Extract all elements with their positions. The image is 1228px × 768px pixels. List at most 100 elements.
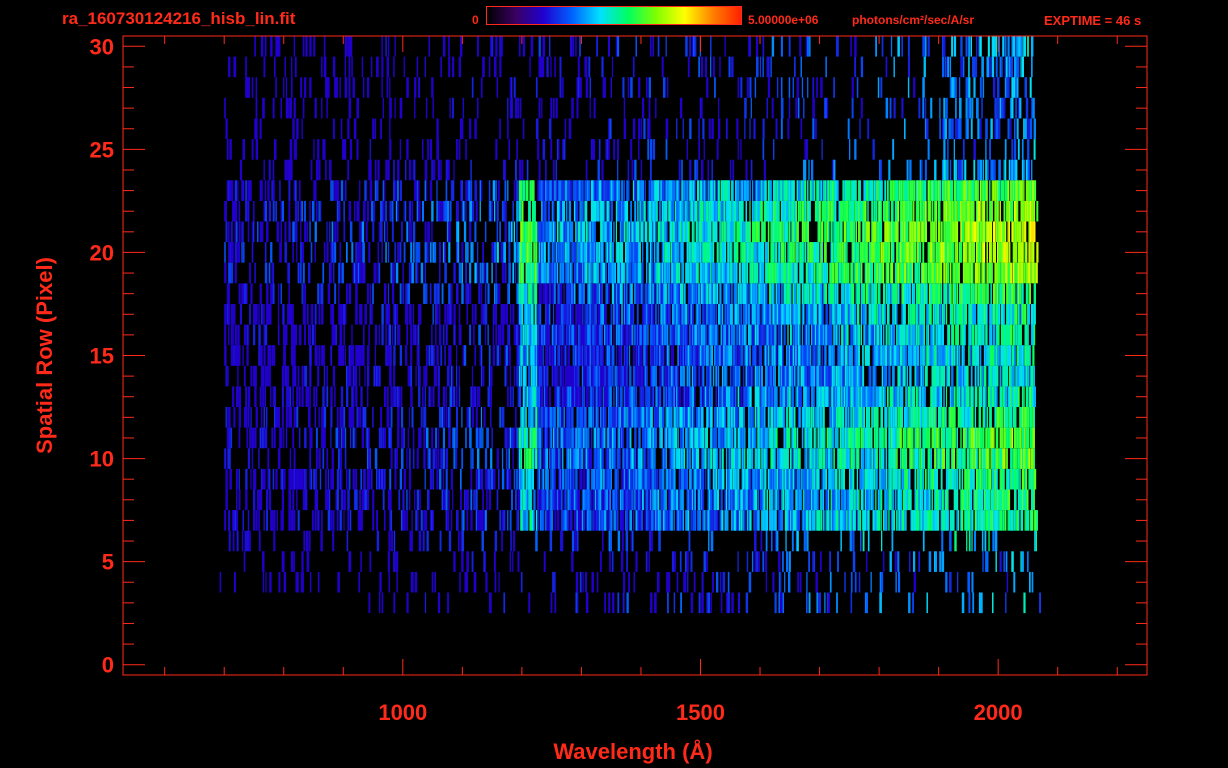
heatmap-cell bbox=[539, 283, 542, 304]
heatmap-cell bbox=[600, 489, 602, 511]
heatmap-cell bbox=[876, 468, 878, 490]
heatmap-cell bbox=[398, 386, 401, 407]
heatmap-cell bbox=[408, 262, 411, 284]
heatmap-cell bbox=[283, 468, 286, 490]
heatmap-cell bbox=[687, 448, 690, 469]
heatmap-cell bbox=[513, 530, 516, 552]
heatmap-cell bbox=[243, 283, 247, 304]
heatmap-cell bbox=[224, 448, 226, 469]
heatmap-cell bbox=[694, 510, 697, 531]
heatmap-cell bbox=[1020, 551, 1022, 572]
heatmap-cell bbox=[329, 489, 331, 511]
heatmap-cell bbox=[1021, 468, 1025, 490]
heatmap-cell bbox=[622, 489, 624, 511]
heatmap-cell bbox=[926, 407, 928, 428]
heatmap-cell bbox=[829, 510, 831, 531]
heatmap-cell bbox=[748, 427, 751, 449]
heatmap-cell bbox=[863, 283, 866, 304]
heatmap-cell bbox=[852, 324, 855, 346]
heatmap-cell bbox=[306, 530, 309, 552]
heatmap-cell bbox=[553, 324, 555, 346]
heatmap-cell bbox=[582, 571, 584, 593]
heatmap-cell bbox=[805, 448, 808, 469]
heatmap-cell bbox=[831, 489, 835, 511]
heatmap-cell bbox=[473, 571, 477, 593]
heatmap-cell bbox=[904, 510, 906, 531]
heatmap-cell bbox=[344, 448, 347, 469]
heatmap-cell bbox=[896, 304, 898, 325]
heatmap-cell bbox=[682, 365, 684, 387]
heatmap-cell bbox=[271, 427, 274, 449]
heatmap-cell bbox=[918, 386, 920, 407]
heatmap-cell bbox=[664, 427, 666, 449]
heatmap-cell bbox=[845, 304, 847, 325]
heatmap-cell bbox=[524, 448, 526, 469]
heatmap-cell bbox=[765, 427, 767, 449]
heatmap-cell bbox=[748, 571, 752, 593]
heatmap-cell bbox=[461, 283, 464, 304]
heatmap-cell bbox=[243, 551, 246, 572]
heatmap-cell bbox=[893, 510, 896, 531]
heatmap-cell bbox=[908, 592, 911, 614]
heatmap-cell bbox=[809, 304, 813, 325]
heatmap-cell bbox=[807, 407, 809, 428]
heatmap-cell bbox=[389, 489, 392, 511]
heatmap-cell bbox=[611, 365, 614, 387]
heatmap-cell bbox=[638, 407, 640, 428]
heatmap-cell bbox=[998, 304, 1001, 325]
heatmap-cell bbox=[949, 571, 952, 593]
heatmap-cell bbox=[893, 324, 895, 346]
heatmap-cell bbox=[669, 304, 671, 325]
heatmap-cell bbox=[900, 345, 903, 366]
heatmap-cell bbox=[253, 468, 255, 490]
heatmap-cell bbox=[397, 427, 400, 449]
heatmap-cell bbox=[966, 530, 968, 552]
heatmap-cell bbox=[1027, 551, 1029, 572]
heatmap-cell bbox=[1003, 468, 1005, 490]
heatmap-cell bbox=[262, 386, 265, 407]
heatmap-cell bbox=[666, 345, 669, 366]
heatmap-cell bbox=[940, 386, 943, 407]
heatmap-cell bbox=[830, 427, 832, 449]
heatmap-cell bbox=[885, 407, 888, 428]
heatmap-cell bbox=[314, 324, 316, 346]
heatmap-cell bbox=[790, 448, 792, 469]
heatmap-cell bbox=[888, 283, 891, 304]
heatmap-cell bbox=[247, 510, 250, 531]
heatmap-cell bbox=[763, 448, 766, 469]
heatmap-cell bbox=[879, 386, 881, 407]
heatmap-cell bbox=[554, 592, 557, 614]
heatmap-cell bbox=[262, 468, 264, 490]
heatmap-cell bbox=[936, 510, 940, 531]
heatmap-cell bbox=[419, 427, 422, 449]
heatmap-cell bbox=[1006, 571, 1009, 593]
heatmap-cell bbox=[482, 427, 484, 449]
heatmap-cell bbox=[710, 407, 713, 428]
heatmap-cell bbox=[323, 386, 326, 407]
heatmap-cell bbox=[799, 407, 801, 428]
heatmap-cell bbox=[611, 283, 615, 304]
heatmap-cell bbox=[332, 262, 335, 284]
heatmap-cell bbox=[839, 407, 842, 428]
heatmap-cell bbox=[407, 427, 409, 449]
heatmap-cell bbox=[640, 345, 643, 366]
heatmap-cell bbox=[414, 324, 417, 346]
heatmap-cell bbox=[1003, 551, 1006, 572]
heatmap-cell bbox=[719, 283, 722, 304]
heatmap-cell bbox=[956, 510, 958, 531]
heatmap-cell bbox=[686, 407, 688, 428]
heatmap-cell bbox=[608, 427, 610, 449]
heatmap-cell bbox=[728, 304, 730, 325]
heatmap-cell bbox=[883, 324, 885, 346]
heatmap-cell bbox=[986, 345, 988, 366]
heatmap-cell bbox=[731, 283, 733, 304]
heatmap-cell bbox=[615, 407, 618, 428]
heatmap-cell bbox=[606, 386, 608, 407]
heatmap-cell bbox=[247, 386, 251, 407]
heatmap-cell bbox=[754, 489, 757, 511]
heatmap-cell bbox=[387, 551, 390, 572]
heatmap-cell bbox=[330, 345, 333, 366]
heatmap-cell bbox=[953, 468, 956, 490]
heatmap-cell bbox=[410, 304, 412, 325]
heatmap-cell bbox=[828, 448, 831, 469]
